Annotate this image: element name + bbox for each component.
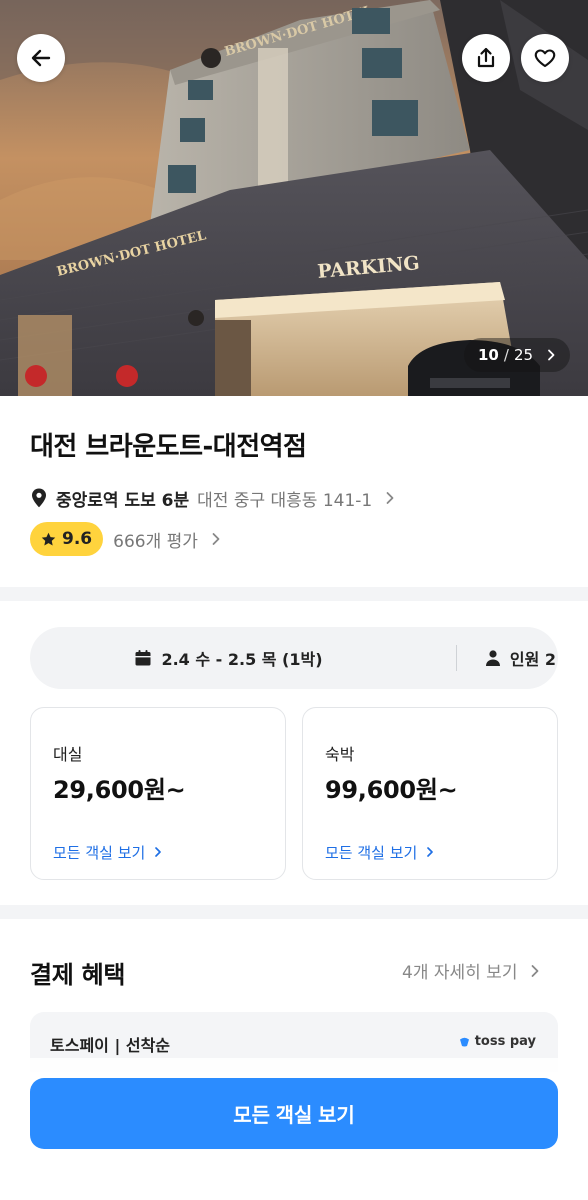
view-all-rooms-button[interactable]: 모든 객실 보기 — [30, 1078, 558, 1149]
location-row[interactable]: 중앙로역 도보 6분 대전 중구 대흥동 141-1 — [30, 485, 396, 511]
room-price: 29,600원~ — [53, 776, 186, 804]
room-card-daytime[interactable]: 대실 29,600원~ 모든 객실 보기 — [30, 707, 286, 880]
chevron-right-icon — [212, 533, 220, 545]
heart-icon — [534, 49, 556, 68]
chevron-right-icon — [548, 349, 555, 361]
benefits-more-link[interactable]: 4개 자세히 보기 — [402, 958, 541, 983]
benefit-name: 토스페이 | 선착순 — [50, 1036, 171, 1055]
room-type: 숙박 — [325, 745, 355, 764]
rating-badge: 9.6 — [30, 522, 104, 556]
date-selector[interactable]: 2.4 수 - 2.5 목 (1박) — [30, 627, 427, 689]
chevron-right-icon — [427, 847, 433, 857]
landmark-distance: 중앙로역 도보 6분 — [56, 490, 190, 511]
pill-divider — [456, 645, 457, 671]
back-arrow-icon — [31, 49, 51, 67]
view-rooms-link[interactable]: 모든 객실 보기 — [325, 842, 435, 863]
stay-dates: 2.4 수 - 2.5 목 (1박) — [161, 650, 323, 669]
favorite-button[interactable] — [521, 34, 569, 82]
guest-count: 인원 2 — [509, 650, 557, 669]
chevron-right-icon — [155, 847, 161, 857]
back-button[interactable] — [17, 34, 65, 82]
hotel-name: 대전 브라운도트-대전역점 — [30, 432, 307, 462]
hotel-address: 대전 중구 대흥동 141-1 — [197, 490, 373, 511]
view-rooms-label: 모든 객실 보기 — [53, 844, 146, 862]
share-button[interactable] — [462, 34, 510, 82]
rating-row[interactable]: 9.6 666개 평가 — [30, 522, 222, 556]
gallery-total: 25 — [513, 346, 534, 364]
gallery-current: 10 — [478, 346, 499, 364]
room-price: 99,600원~ — [325, 776, 458, 804]
toss-icon — [459, 1037, 469, 1047]
rating-score: 9.6 — [62, 529, 93, 549]
chevron-right-icon — [386, 492, 394, 504]
benefits-title: 결제 혜택 — [30, 961, 126, 989]
benefits-more-label: 4개 자세히 보기 — [402, 963, 518, 983]
room-card-overnight[interactable]: 숙박 99,600원~ 모든 객실 보기 — [302, 707, 558, 880]
toss-pay-logo: toss pay — [458, 1034, 536, 1049]
section-divider — [0, 587, 588, 601]
gallery-counter[interactable]: 10 / 25 — [464, 338, 571, 372]
guest-selector[interactable]: 인원 2 — [470, 627, 570, 689]
hero-image[interactable]: BROWN·DOT HOTEL BROWN·DOT HOTEL PARKING — [0, 0, 588, 396]
date-guest-selector: 2.4 수 - 2.5 목 (1박) 인원 2 — [30, 627, 558, 689]
location-pin-icon — [32, 488, 46, 508]
chevron-right-icon — [531, 965, 539, 977]
gallery-separator: / — [503, 346, 509, 364]
calendar-icon — [135, 650, 151, 666]
person-icon — [485, 650, 500, 666]
view-rooms-label: 모든 객실 보기 — [325, 844, 418, 862]
room-type: 대실 — [53, 745, 83, 764]
star-icon — [41, 532, 56, 546]
toss-pay-text: toss pay — [474, 1034, 536, 1049]
share-icon — [477, 47, 495, 68]
review-count: 666개 평가 — [113, 531, 198, 552]
view-rooms-link[interactable]: 모든 객실 보기 — [53, 842, 163, 863]
section-divider — [0, 905, 588, 919]
